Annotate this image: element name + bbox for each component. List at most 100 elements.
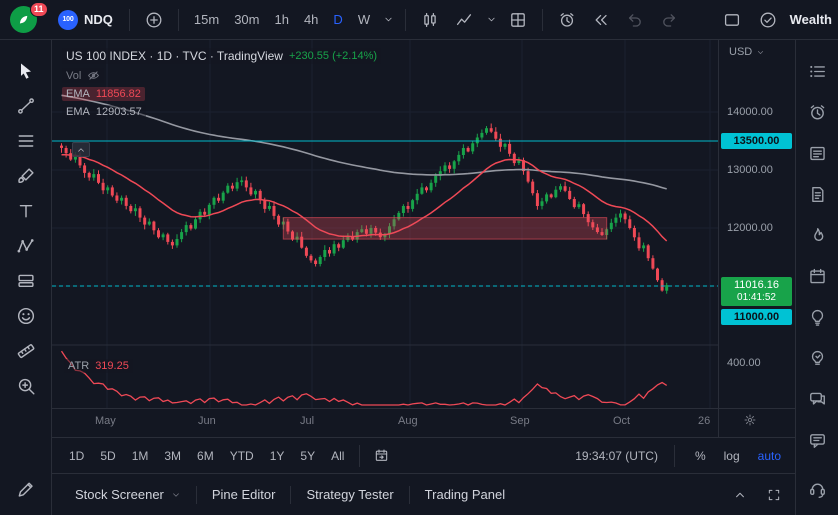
fullscreen-icon[interactable] — [761, 482, 787, 508]
watchlist-icon[interactable] — [802, 56, 832, 86]
range-all[interactable]: All — [324, 445, 351, 467]
timeframe-chevron-down-icon[interactable] — [379, 5, 397, 35]
timeframe-1h[interactable]: 1h — [267, 7, 295, 32]
long-position-icon[interactable] — [9, 264, 43, 297]
symbol-title[interactable]: US 100 INDEX · 1D · TVC · TradingView — [66, 49, 283, 63]
line-chart-icon[interactable] — [448, 5, 480, 35]
messages-icon[interactable] — [802, 425, 832, 455]
chart-area: US 100 INDEX · 1D · TVC · TradingView +2… — [52, 40, 795, 437]
separator — [673, 444, 675, 467]
level-price-badge[interactable]: 11000.00 — [721, 309, 792, 325]
candles-icon[interactable] — [414, 5, 446, 35]
tab-pine-editor[interactable]: Pine Editor — [197, 474, 291, 515]
timeframe-w[interactable]: W — [351, 7, 377, 32]
range-5y[interactable]: 5Y — [293, 445, 322, 467]
timeframe-d[interactable]: D — [326, 7, 349, 32]
chart-action-group — [551, 5, 685, 35]
edit-pencil-icon[interactable] — [9, 472, 43, 505]
panel-expand-icon[interactable] — [727, 482, 753, 508]
tab-trading-panel[interactable]: Trading Panel — [410, 474, 520, 515]
percent-scale-button[interactable]: % — [691, 446, 710, 466]
log-scale-button[interactable]: log — [720, 446, 744, 466]
tab-strategy-tester[interactable]: Strategy Tester — [291, 474, 408, 515]
broker-logo[interactable]: 11 — [6, 1, 48, 38]
ideas-icon[interactable] — [802, 302, 832, 332]
timeframe-4h[interactable]: 4h — [297, 7, 325, 32]
ema-fast-legend[interactable]: EMA 11856.82 — [62, 87, 145, 101]
atr-value: 319.25 — [95, 360, 129, 372]
chevron-down-icon — [171, 490, 181, 500]
undo-icon[interactable] — [619, 5, 651, 35]
chevron-down-icon[interactable] — [482, 5, 500, 35]
account-label[interactable]: Wealth — [790, 12, 832, 27]
trend-line-icon[interactable] — [9, 89, 43, 122]
calendar-icon[interactable] — [802, 261, 832, 291]
topbar-right: Wealth — [716, 5, 832, 35]
ema-slow-legend[interactable]: EMA 12903.57 — [62, 105, 146, 119]
currency-selector[interactable]: USD — [719, 46, 795, 58]
notes-icon[interactable] — [802, 179, 832, 209]
range-5d[interactable]: 5D — [93, 445, 122, 467]
range-toolbar: 1D 5D 1M 3M 6M YTD 1Y 5Y All 19:34:07 (UTC) % lo… — [52, 437, 795, 474]
center-column: US 100 INDEX · 1D · TVC · TradingView +2… — [52, 40, 795, 515]
separator — [542, 8, 544, 31]
pane-collapse-button[interactable] — [72, 142, 90, 157]
price-label: 14000.00 — [727, 106, 773, 118]
layout-grid-icon[interactable] — [502, 5, 534, 35]
emoji-icon[interactable] — [9, 299, 43, 332]
xabcd-pattern-icon[interactable] — [9, 229, 43, 262]
separator — [359, 444, 361, 467]
symbol-search-button[interactable]: 100 NDQ — [50, 6, 121, 34]
range-ytd[interactable]: YTD — [223, 445, 261, 467]
separator — [177, 8, 179, 31]
range-1d[interactable]: 1D — [62, 445, 91, 467]
tradingview-window: 11 100 NDQ 15m 30m 1h 4h D W Wealth US 1… — [0, 0, 838, 515]
help-icon[interactable] — [802, 475, 832, 505]
range-1m[interactable]: 1M — [125, 445, 156, 467]
cloud-check-icon[interactable] — [752, 5, 784, 35]
alert-clock-icon[interactable] — [551, 5, 583, 35]
hotlists-icon[interactable] — [802, 220, 832, 250]
range-1y[interactable]: 1Y — [263, 445, 292, 467]
level-price-badge[interactable]: 13500.00 — [721, 133, 792, 149]
time-label: Jul — [300, 415, 315, 427]
ruler-icon[interactable] — [9, 334, 43, 367]
tabs-group: Stock Screener Pine Editor Strategy Tester… — [60, 474, 520, 515]
range-6m[interactable]: 6M — [190, 445, 221, 467]
volume-legend[interactable]: Vol — [62, 68, 105, 83]
replay-icon[interactable] — [585, 5, 617, 35]
topbar-left: 11 100 NDQ 15m 30m 1h 4h D W — [6, 1, 685, 38]
currency-label: USD — [729, 46, 753, 58]
range-group: 1D 5D 1M 3M 6M YTD 1Y 5Y All — [62, 445, 351, 467]
timeframe-15m[interactable]: 15m — [187, 7, 226, 32]
fib-retracement-icon[interactable] — [9, 124, 43, 157]
brush-icon[interactable] — [9, 159, 43, 192]
main-row: US 100 INDEX · 1D · TVC · TradingView +2… — [0, 40, 838, 515]
notification-badge[interactable]: 11 — [30, 1, 48, 17]
eye-hidden-icon[interactable] — [87, 69, 100, 82]
chart-pane[interactable]: US 100 INDEX · 1D · TVC · TradingView +2… — [52, 40, 718, 437]
window-icon[interactable] — [716, 5, 748, 35]
tab-stock-screener[interactable]: Stock Screener — [60, 474, 196, 515]
text-icon[interactable] — [9, 194, 43, 227]
streams-icon[interactable] — [802, 343, 832, 373]
compare-add-icon[interactable] — [138, 5, 170, 35]
auto-scale-button[interactable]: auto — [754, 446, 785, 466]
timeframe-30m[interactable]: 30m — [227, 7, 266, 32]
alerts-icon[interactable] — [802, 97, 832, 127]
gear-icon[interactable] — [743, 413, 757, 427]
price-label: 13000.00 — [727, 164, 773, 176]
time-axis[interactable]: May Jun Jul Aug Sep Oct 26 — [52, 408, 718, 437]
cursor-icon[interactable] — [9, 54, 43, 87]
price-axis[interactable]: USD 14000.00 13000.00 12000.00 13500.00 1101… — [718, 40, 795, 437]
atr-legend[interactable]: ATR 319.25 — [64, 359, 133, 373]
ema-label: EMA — [66, 88, 90, 100]
range-3m[interactable]: 3M — [157, 445, 188, 467]
screener-icon[interactable] — [802, 138, 832, 168]
chat-icon[interactable] — [802, 384, 832, 414]
go-to-date-icon[interactable] — [368, 443, 394, 469]
zoom-icon[interactable] — [9, 369, 43, 402]
redo-icon[interactable] — [653, 5, 685, 35]
chart-style-group — [414, 5, 534, 35]
clock-utc[interactable]: 19:34:07 (UTC) — [575, 449, 658, 463]
